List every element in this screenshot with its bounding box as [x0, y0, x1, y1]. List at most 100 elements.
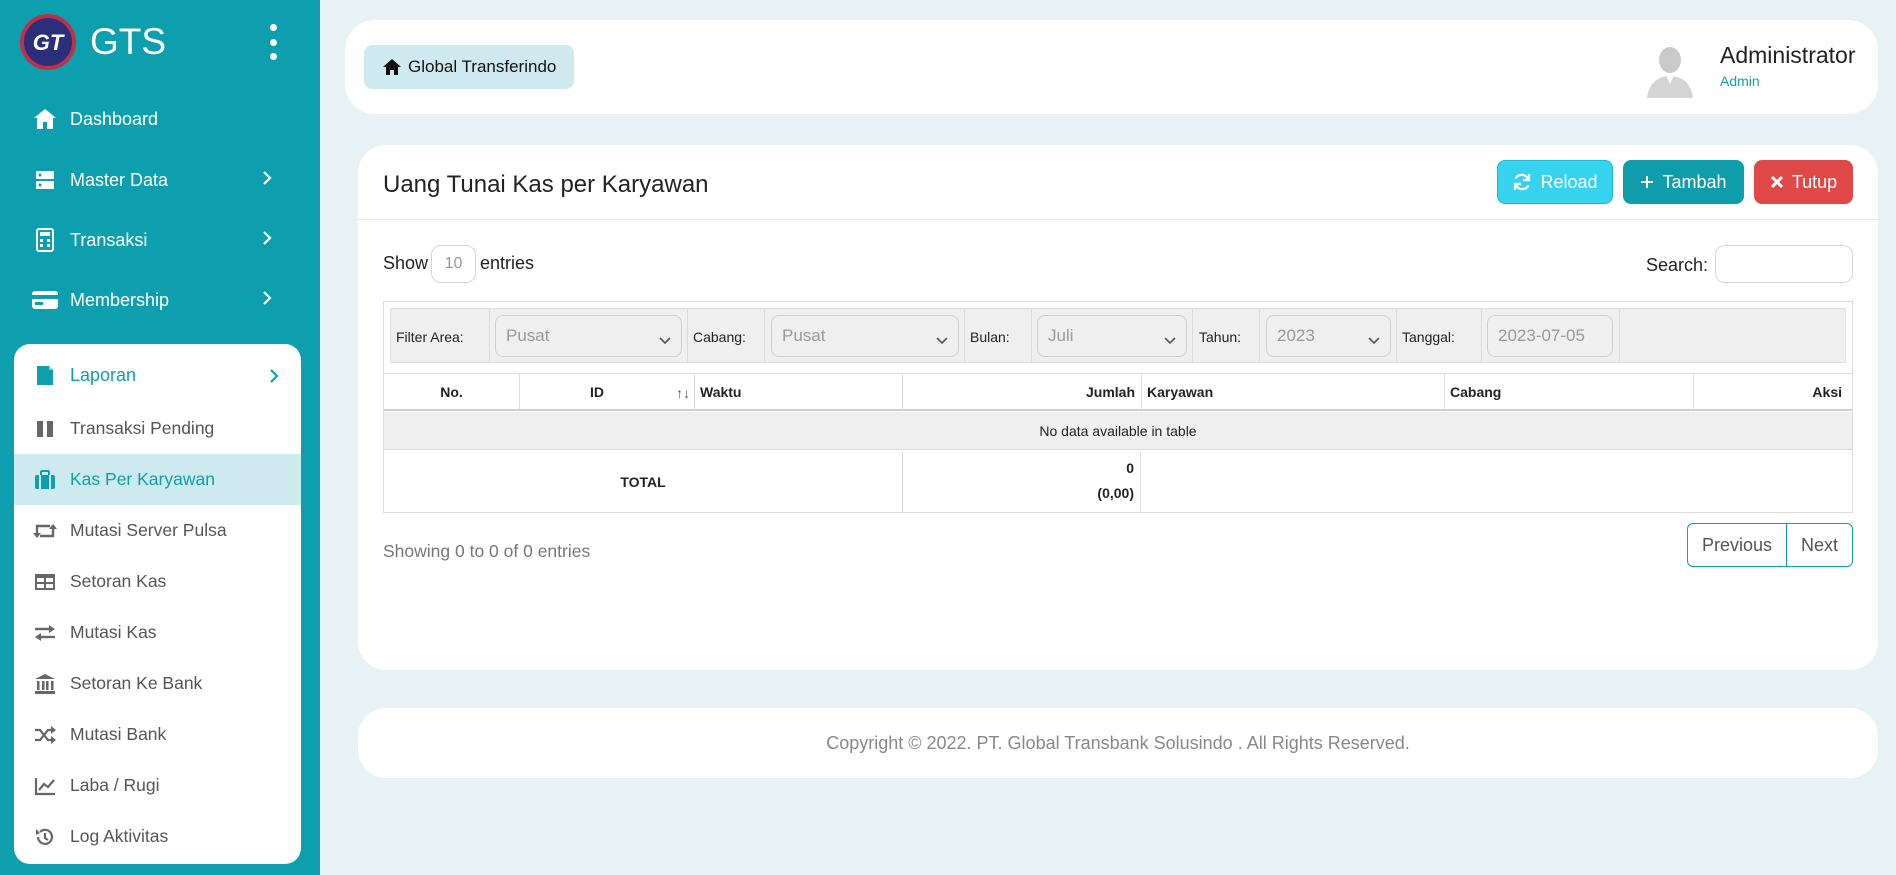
menu-kebab-icon[interactable]: [266, 24, 280, 60]
credit-card-icon: [30, 285, 60, 315]
line-chart-icon: [30, 771, 60, 801]
data-table: Filter Area: Pusat Cabang: Pusat Bulan: …: [383, 301, 1853, 513]
copyright-text: Copyright © 2022. PT. Global Transbank S…: [826, 732, 1410, 753]
sidebar: GT GTS Dashboard Master Data Transaksi M…: [0, 0, 320, 875]
sidebar-item-label: Transaksi: [70, 229, 148, 250]
sidebar-item-log-aktivitas[interactable]: Log Aktivitas: [14, 811, 301, 862]
entries-label: entries: [480, 253, 535, 273]
sidebar-item-label: Mutasi Server Pulsa: [70, 520, 227, 540]
col-waktu[interactable]: Waktu: [700, 374, 900, 410]
logo-text: GT: [33, 30, 65, 55]
sidebar-item-label: Laba / Rugi: [70, 775, 160, 795]
chevron-right-icon: [269, 368, 279, 389]
next-page-button[interactable]: Next: [1787, 524, 1852, 566]
sidebar-item-membership[interactable]: Membership: [30, 278, 290, 322]
filter-tahun-label: Tahun:: [1199, 329, 1242, 345]
sidebar-item-label: Setoran Ke Bank: [70, 673, 203, 693]
sidebar-item-label: Setoran Kas: [70, 571, 167, 591]
filter-tanggal-input[interactable]: 2023-07-05: [1487, 315, 1613, 357]
col-aksi[interactable]: Aksi: [1694, 374, 1842, 410]
logo: GT: [20, 14, 76, 70]
divider: [358, 219, 1878, 220]
avatar[interactable]: [1639, 38, 1701, 100]
refresh-icon: [1514, 173, 1531, 191]
chevron-down-icon: [1368, 330, 1380, 350]
reload-label: Reload: [1540, 171, 1598, 192]
sidebar-item-label: Transaksi Pending: [70, 418, 215, 438]
sidebar-item-label: Log Aktivitas: [70, 826, 169, 846]
sidebar-item-label: Dashboard: [70, 108, 159, 129]
sidebar-item-label: Mutasi Kas: [70, 622, 157, 642]
tambah-label: Tambah: [1662, 171, 1727, 192]
briefcase-icon: [30, 465, 60, 495]
sidebar-item-dashboard[interactable]: Dashboard: [30, 97, 290, 141]
sidebar-item-laba-rugi[interactable]: Laba / Rugi: [14, 760, 301, 811]
book-icon: [30, 360, 60, 390]
calculator-icon: [30, 225, 60, 255]
entries-per-page-select[interactable]: 10: [431, 245, 476, 283]
filter-tahun-select[interactable]: 2023: [1266, 315, 1391, 357]
col-karyawan[interactable]: Karyawan: [1147, 374, 1447, 410]
chevron-right-icon: [262, 290, 272, 311]
empty-table-message: No data available in table: [384, 412, 1852, 450]
col-jumlah[interactable]: Jumlah: [902, 374, 1135, 410]
sidebar-item-master-data[interactable]: Master Data: [30, 158, 290, 202]
sidebar-item-label: Mutasi Bank: [70, 724, 167, 744]
shuffle-icon: [30, 720, 60, 750]
sidebar-item-setoran-kas[interactable]: Setoran Kas: [14, 556, 301, 607]
reload-button[interactable]: Reload: [1497, 160, 1613, 204]
filter-bulan-select[interactable]: Juli: [1037, 315, 1187, 357]
history-icon: [30, 822, 60, 852]
sidebar-item-mutasi-kas[interactable]: Mutasi Kas: [14, 607, 301, 658]
main-card: Uang Tunai Kas per Karyawan Reload Tamba…: [358, 145, 1878, 670]
exchange-icon: [30, 618, 60, 648]
filter-area-select[interactable]: Pusat: [495, 315, 682, 357]
top-header: Global Transferindo Administrator Admin: [345, 20, 1878, 114]
brand[interactable]: GT GTS: [20, 14, 166, 70]
sidebar-item-label: Kas Per Karyawan: [70, 469, 215, 489]
table-icon: [30, 567, 60, 597]
search-input[interactable]: [1715, 245, 1853, 283]
chevron-right-icon: [262, 170, 272, 191]
total-amount: (0,00): [1097, 485, 1134, 501]
home-icon: [30, 104, 60, 134]
chevron-down-icon: [1164, 330, 1176, 350]
sidebar-item-mutasi-bank[interactable]: Mutasi Bank: [14, 709, 301, 760]
server-icon: [30, 165, 60, 195]
col-no[interactable]: No.: [384, 374, 519, 410]
filter-cabang-select[interactable]: Pusat: [771, 315, 959, 357]
sidebar-item-transaksi[interactable]: Transaksi: [30, 218, 290, 262]
laporan-submenu: Laporan Transaksi Pending Kas Per Karyaw…: [14, 344, 301, 864]
sidebar-item-kas-per-karyawan[interactable]: Kas Per Karyawan: [14, 454, 301, 505]
filter-area-label: Filter Area:: [396, 329, 464, 345]
retweet-icon: [30, 516, 60, 546]
pagination: Previous Next: [1687, 523, 1853, 567]
footer: Copyright © 2022. PT. Global Transbank S…: [358, 708, 1878, 778]
col-cabang[interactable]: Cabang: [1450, 374, 1650, 410]
total-value: 0 (0,00): [902, 452, 1141, 512]
previous-page-button[interactable]: Previous: [1688, 524, 1787, 566]
tambah-button[interactable]: Tambah: [1623, 160, 1744, 204]
sidebar-item-setoran-ke-bank[interactable]: Setoran Ke Bank: [14, 658, 301, 709]
total-label: TOTAL: [620, 474, 666, 490]
home-icon: [383, 59, 401, 75]
sidebar-item-label: Membership: [70, 289, 170, 310]
search-label: Search:: [1646, 255, 1709, 275]
filter-bulan-label: Bulan:: [970, 329, 1010, 345]
close-icon: [1770, 175, 1783, 189]
sidebar-item-laporan[interactable]: Laporan: [14, 350, 301, 400]
tutup-button[interactable]: Tutup: [1754, 160, 1853, 204]
plus-icon: [1641, 176, 1654, 188]
chevron-down-icon: [659, 330, 671, 350]
breadcrumb-home[interactable]: Global Transferindo: [364, 45, 575, 89]
sort-icon[interactable]: ↑↓: [676, 385, 690, 401]
sidebar-item-mutasi-server-pulsa[interactable]: Mutasi Server Pulsa: [14, 505, 301, 556]
show-label: Show: [383, 253, 429, 273]
page-title: Uang Tunai Kas per Karyawan: [383, 171, 709, 198]
table-header: No. ID ↑↓ Waktu Jumlah Karyawan Cabang A…: [384, 373, 1852, 411]
sidebar-item-transaksi-pending[interactable]: Transaksi Pending: [14, 403, 301, 454]
sidebar-item-label: Master Data: [70, 169, 169, 190]
filter-tanggal-label: Tanggal:: [1402, 329, 1455, 345]
breadcrumb-label: Global Transferindo: [408, 57, 557, 76]
col-id[interactable]: ID: [520, 374, 674, 410]
